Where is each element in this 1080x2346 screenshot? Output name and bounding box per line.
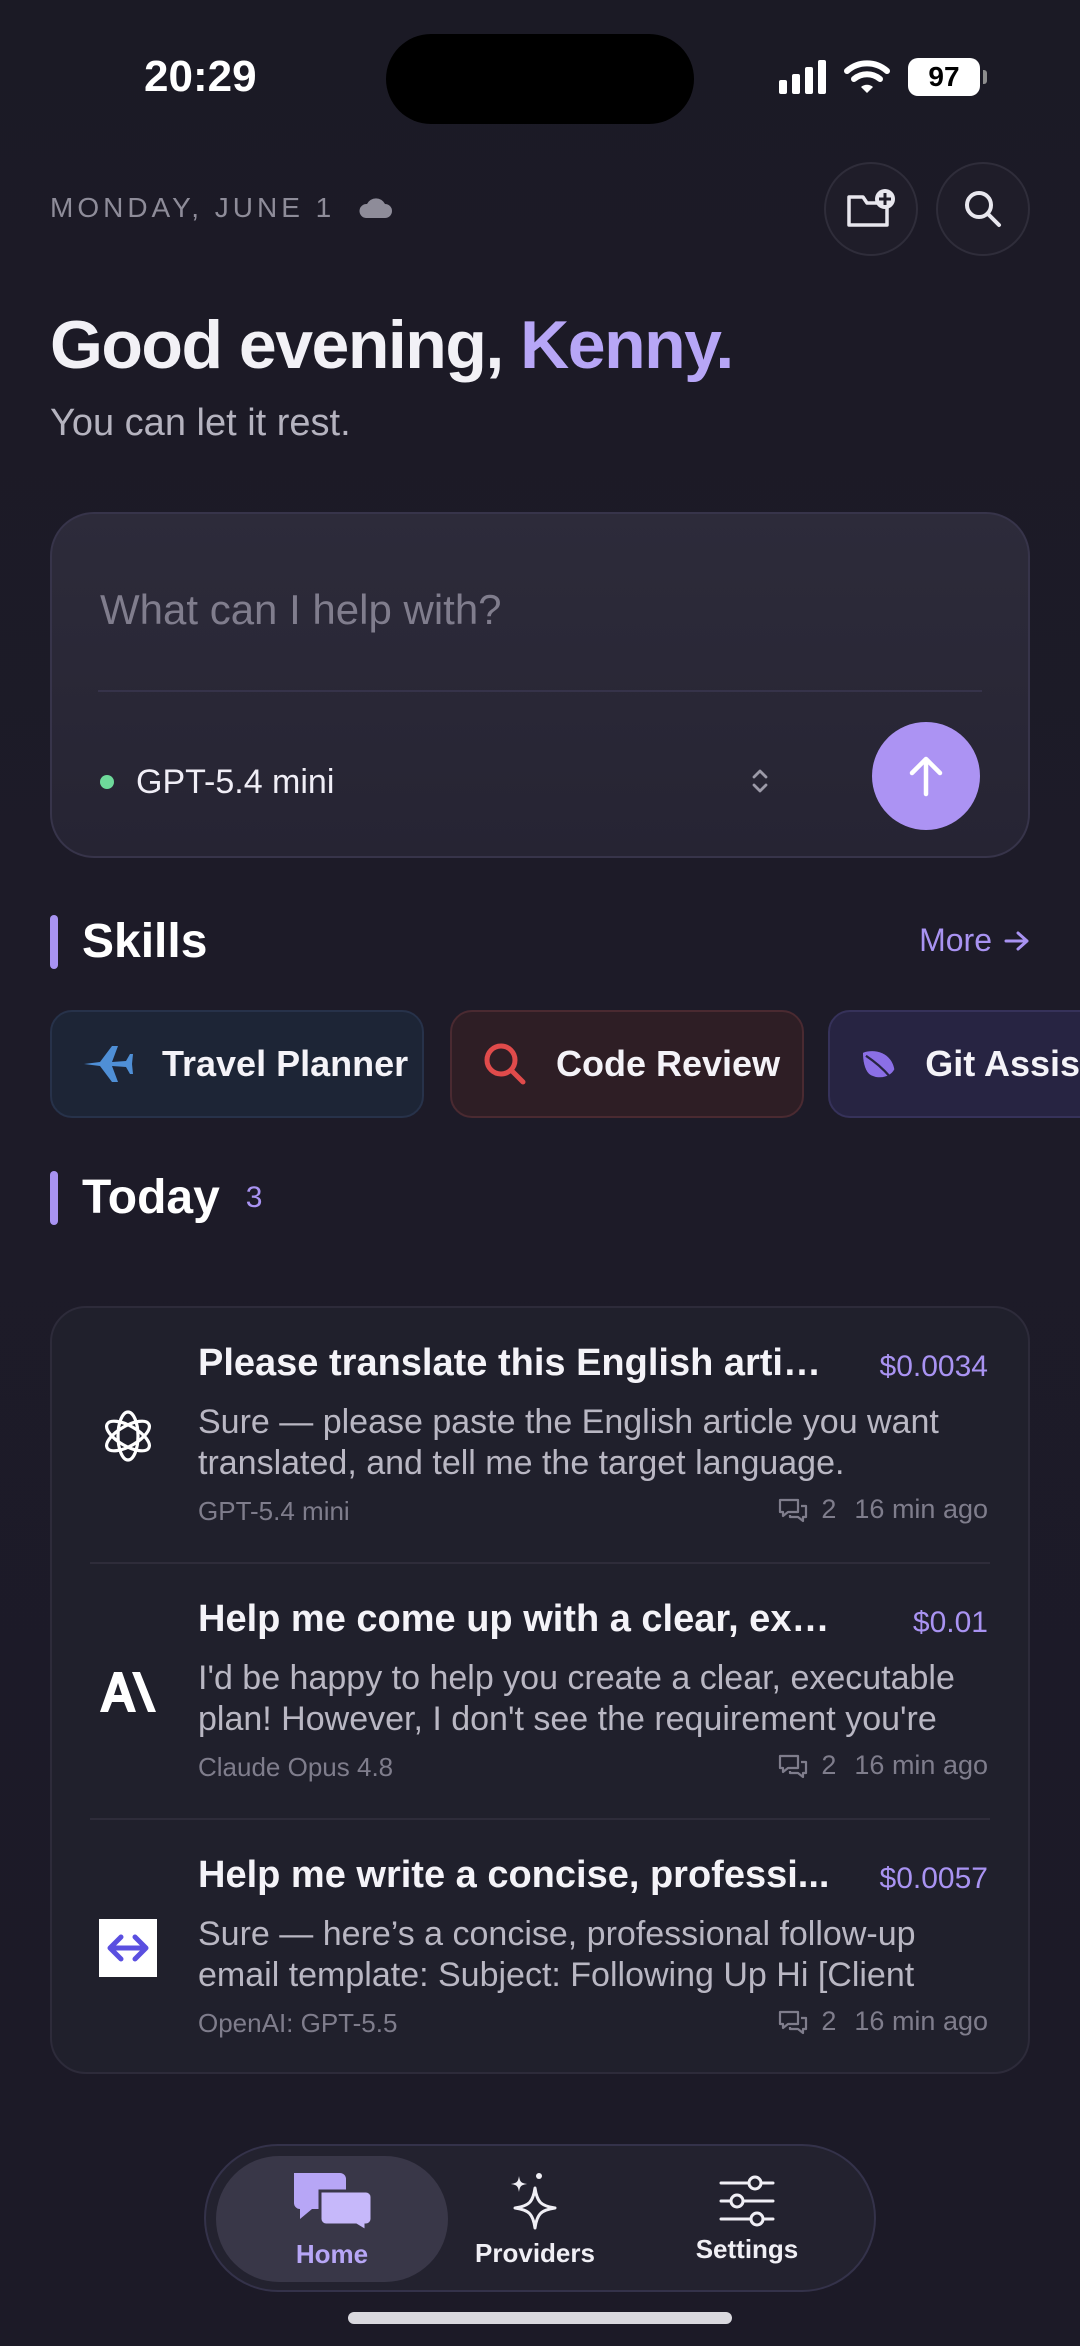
chat-cost: $0.0034: [879, 1350, 988, 1383]
sliders-icon: [719, 2175, 775, 2226]
greeting-prefix: Good evening,: [50, 307, 521, 383]
status-time: 20:29: [144, 52, 257, 101]
chat-list-item[interactable]: Please translate this English articl... …: [52, 1308, 1028, 1564]
message-count: 2: [821, 1494, 837, 1524]
cloud-icon: [359, 198, 393, 218]
greeting-name: Kenny.: [520, 307, 734, 383]
skill-label: Code Review: [556, 1043, 781, 1084]
greeting-heading: Good evening, Kenny.: [50, 306, 734, 384]
prompt-input[interactable]: [100, 586, 980, 634]
composer-divider: [98, 690, 982, 692]
status-icons: 97: [779, 58, 987, 96]
chat-meta: 2 16 min ago: [777, 2006, 988, 2037]
chat-title: Please translate this English articl...: [198, 1342, 838, 1384]
search-icon: [484, 1043, 526, 1085]
skills-more-link[interactable]: More: [919, 922, 1030, 959]
new-folder-button[interactable]: [824, 162, 918, 256]
message-bubbles-icon: [779, 1754, 808, 1778]
tab-label: Providers: [475, 2237, 595, 2268]
arrow-right-icon: [1004, 931, 1029, 950]
chat-history-card: Please translate this English articl... …: [50, 1306, 1030, 2074]
model-status-dot: [100, 775, 114, 789]
chat-title: Help me write a concise, professi...: [198, 1854, 830, 1896]
chat-meta: 2 16 min ago: [777, 1494, 988, 1525]
chat-time: 16 min ago: [854, 1494, 988, 1524]
chat-preview: Sure — here’s a concise, professional fo…: [198, 1915, 916, 1994]
message-bubbles-icon: [779, 1498, 808, 1522]
chat-time: 16 min ago: [854, 1750, 988, 1780]
bottom-tab-bar: Home Providers Settings: [204, 2144, 876, 2292]
chevron-up-down-icon: [752, 769, 768, 793]
today-section-header: Today 3: [50, 1170, 262, 1225]
chat-bubbles-icon: [294, 2172, 374, 2233]
anthropic-logo-icon: [98, 1662, 158, 1722]
message-bubbles-icon: [779, 2010, 808, 2034]
chat-model: Claude Opus 4.8: [198, 1752, 394, 1782]
home-screen: 20:29 97 MONDAY, JUNE 1 Good evening, Ke…: [0, 0, 1080, 2346]
search-button[interactable]: [936, 162, 1030, 256]
date-row: MONDAY, JUNE 1: [50, 192, 393, 224]
skill-chip-travel-planner[interactable]: Travel Planner: [50, 1010, 424, 1118]
folder-add-icon: [847, 189, 895, 227]
message-count: 2: [821, 1750, 837, 1780]
section-accent-bar: [50, 1170, 58, 1225]
battery-level: 97: [928, 61, 960, 92]
skill-chip-git-assistant[interactable]: Git Assistant: [828, 1010, 1080, 1118]
model-name: GPT-5.4 mini: [136, 762, 335, 801]
wifi-icon: [844, 60, 890, 93]
tab-home[interactable]: Home: [216, 2156, 448, 2282]
home-indicator[interactable]: [348, 2312, 732, 2324]
tab-label: Home: [295, 2238, 369, 2269]
battery-icon: 97: [908, 58, 987, 96]
chat-meta: 2 16 min ago: [777, 1750, 988, 1781]
openrouter-logo-icon: [98, 1918, 158, 1978]
prompt-composer: GPT-5.4 mini: [50, 512, 1030, 858]
search-icon: [965, 191, 1001, 227]
skill-label: Git Assistant: [925, 1043, 1080, 1084]
skills-section-header: Skills: [50, 914, 207, 969]
send-button[interactable]: [872, 722, 980, 830]
chat-list-item[interactable]: Help me write a concise, professi... $0.…: [52, 1820, 1028, 2076]
more-label: More: [919, 922, 992, 958]
leaf-icon: [862, 1051, 895, 1078]
arrow-up-icon: [909, 756, 943, 797]
openai-logo-icon: [98, 1406, 158, 1466]
skill-chip-code-review[interactable]: Code Review: [450, 1010, 804, 1118]
skills-title: Skills: [82, 915, 208, 968]
date-label: MONDAY, JUNE 1: [50, 192, 336, 223]
chat-model: OpenAI: GPT-5.5: [198, 2008, 398, 2038]
sparkles-icon: [511, 2172, 557, 2229]
greeting-subtitle: You can let it rest.: [50, 402, 351, 444]
chat-time: 16 min ago: [854, 2006, 988, 2036]
chat-title: Help me come up with a clear, exec...: [198, 1598, 838, 1640]
chat-list-item[interactable]: Help me come up with a clear, exec... $0…: [52, 1564, 1028, 1820]
chat-cost: $0.0057: [879, 1862, 988, 1895]
chat-preview: I'd be happy to help you create a clear,…: [198, 1659, 955, 1738]
chat-cost: $0.01: [912, 1606, 988, 1639]
tab-providers[interactable]: Providers: [430, 2156, 640, 2282]
cellular-signal-icon: [779, 60, 826, 94]
skill-label: Travel Planner: [162, 1043, 409, 1084]
dynamic-island: [386, 34, 694, 124]
tab-settings[interactable]: Settings: [642, 2156, 852, 2282]
airplane-icon: [84, 1046, 133, 1082]
section-accent-bar: [50, 914, 58, 969]
tab-label: Settings: [695, 2233, 799, 2264]
chat-preview: Sure — please paste the English article …: [198, 1403, 939, 1482]
chat-model: GPT-5.4 mini: [198, 1496, 350, 1526]
today-count: 3: [245, 1180, 263, 1214]
message-count: 2: [821, 2006, 837, 2036]
today-title: Today: [82, 1171, 220, 1224]
model-selector[interactable]: GPT-5.4 mini: [100, 754, 770, 810]
